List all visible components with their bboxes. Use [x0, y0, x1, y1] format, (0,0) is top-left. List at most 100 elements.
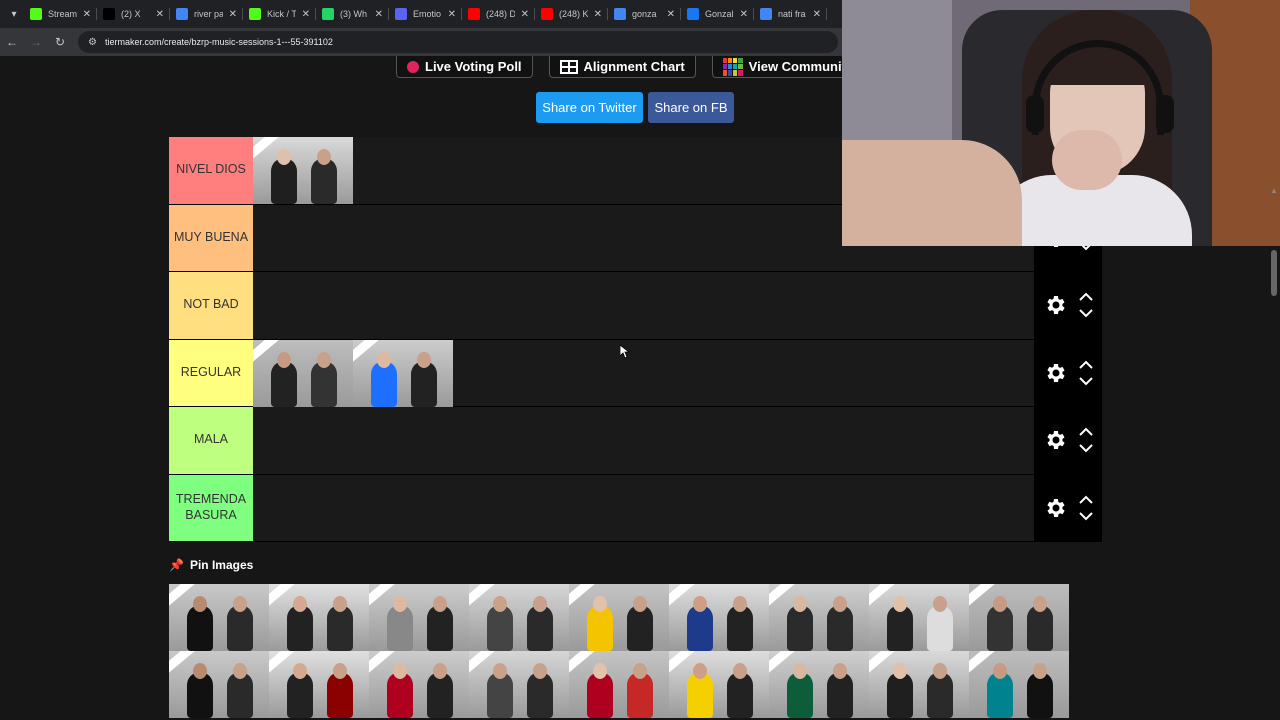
tab-title: Stream [48, 9, 77, 19]
tier-move-arrows [1079, 427, 1093, 453]
pool-image[interactable] [569, 584, 669, 651]
pool-image[interactable] [369, 651, 469, 718]
tab-favicon-icon [30, 8, 42, 20]
share-twitter-button[interactable]: Share on Twitter [536, 92, 643, 123]
pool-image[interactable] [469, 584, 569, 651]
pool-image[interactable] [769, 651, 869, 718]
tab-close-icon[interactable]: ✕ [375, 9, 383, 20]
community-mosaic-icon [722, 57, 743, 76]
chevron-down-icon[interactable] [1079, 376, 1093, 386]
site-info-icon[interactable]: ⚙ [88, 37, 97, 48]
pool-image[interactable] [169, 584, 269, 651]
share-fb-button[interactable]: Share on FB [648, 92, 734, 123]
reload-icon[interactable]: ↻ [48, 30, 72, 54]
alignment-chart-button[interactable]: Alignment Chart [548, 56, 696, 78]
pool-image[interactable] [469, 651, 569, 718]
tier-label[interactable]: MUY BUENA [169, 204, 253, 271]
live-voting-poll-button[interactable]: Live Voting Poll [396, 56, 533, 78]
page-scrollbar[interactable]: ▲ [1268, 186, 1280, 720]
chevron-up-icon[interactable] [1079, 292, 1093, 302]
tab-close-icon[interactable]: ✕ [594, 9, 602, 20]
webcam-hand [1052, 130, 1122, 190]
pin-icon[interactable]: 📌 [169, 558, 184, 572]
tab-close-icon[interactable]: ✕ [521, 9, 529, 20]
pool-image[interactable] [969, 584, 1069, 651]
tab-favicon-icon [614, 8, 626, 20]
tab-close-icon[interactable]: ✕ [156, 9, 164, 20]
scroll-thumb[interactable] [1271, 250, 1277, 296]
tab-close-icon[interactable]: ✕ [83, 9, 91, 20]
tab-favicon-icon [103, 8, 115, 20]
tier-row: MALA [169, 407, 1102, 475]
scroll-up-icon[interactable]: ▲ [1270, 186, 1278, 195]
pool-image[interactable] [669, 584, 769, 651]
tier-label[interactable]: NOT BAD [169, 272, 253, 339]
tier-item-image[interactable] [253, 339, 353, 407]
browser-tab[interactable]: Gonzal ✕ [681, 0, 754, 28]
tab-title: (3) Wh [340, 9, 367, 19]
browser-tab[interactable]: (2) X ✕ [97, 0, 170, 28]
tab-favicon-icon [687, 8, 699, 20]
chevron-down-icon[interactable] [1079, 443, 1093, 453]
tab-close-icon[interactable]: ✕ [302, 9, 310, 20]
chevron-up-icon[interactable] [1079, 495, 1093, 505]
chevron-up-icon[interactable] [1079, 427, 1093, 437]
browser-tab[interactable]: river pa ✕ [170, 0, 243, 28]
chevron-down-icon[interactable] [1079, 308, 1093, 318]
tier-item-image[interactable] [253, 137, 353, 204]
browser-tab[interactable]: Stream ✕ [24, 0, 97, 28]
tier-label[interactable]: NIVEL DIOS [169, 137, 253, 204]
browser-tab[interactable]: gonza ✕ [608, 0, 681, 28]
tier-item-image[interactable] [353, 339, 453, 407]
pool-image[interactable] [369, 584, 469, 651]
gear-icon[interactable] [1043, 496, 1067, 520]
tier-dropzone[interactable] [253, 339, 1034, 407]
pool-image[interactable] [969, 651, 1069, 718]
url-text: tiermaker.com/create/bzrp-music-sessions… [104, 37, 333, 47]
pool-image[interactable] [169, 651, 269, 718]
browser-tab[interactable]: nati fra ✕ [754, 0, 827, 28]
tab-title: (248) K [559, 9, 588, 19]
tab-search-icon[interactable]: ▾ [4, 4, 24, 24]
tier-label[interactable]: TREMENDA BASURA [169, 474, 253, 541]
chevron-down-icon[interactable] [1079, 511, 1093, 521]
pool-image[interactable] [269, 584, 369, 651]
tab-close-icon[interactable]: ✕ [229, 9, 237, 20]
browser-tab[interactable]: (248) K ✕ [535, 0, 608, 28]
back-icon[interactable]: ← [0, 30, 24, 54]
gear-icon[interactable] [1043, 293, 1067, 317]
pool-image[interactable] [869, 584, 969, 651]
pool-image[interactable] [869, 651, 969, 718]
tier-dropzone[interactable] [253, 474, 1034, 541]
tab-title: nati fra [778, 9, 806, 19]
image-pool [169, 584, 1069, 718]
gear-icon[interactable] [1043, 428, 1067, 452]
tab-close-icon[interactable]: ✕ [740, 9, 748, 20]
tier-dropzone[interactable] [253, 407, 1034, 474]
tier-move-arrows [1079, 292, 1093, 318]
tab-title: (2) X [121, 9, 141, 19]
pool-image[interactable] [669, 651, 769, 718]
gear-icon[interactable] [1043, 361, 1067, 385]
tab-title: Kick / T [267, 9, 296, 19]
tab-title: river pa [194, 9, 223, 19]
tier-label[interactable]: MALA [169, 407, 253, 474]
browser-tab[interactable]: (248) D ✕ [462, 0, 535, 28]
tab-title: (248) D [486, 9, 515, 19]
browser-tab[interactable]: (3) Wh ✕ [316, 0, 389, 28]
tab-close-icon[interactable]: ✕ [813, 9, 821, 20]
pool-image[interactable] [769, 584, 869, 651]
tab-close-icon[interactable]: ✕ [448, 9, 456, 20]
chevron-up-icon[interactable] [1079, 360, 1093, 370]
tier-row: NOT BAD [169, 272, 1102, 340]
pool-image[interactable] [569, 651, 669, 718]
forward-icon[interactable]: → [24, 30, 48, 54]
browser-tab[interactable]: Kick / T ✕ [243, 0, 316, 28]
tier-label[interactable]: REGULAR [169, 339, 253, 406]
tier-dropzone[interactable] [253, 272, 1034, 339]
url-field[interactable]: ⚙ tiermaker.com/create/bzrp-music-sessio… [78, 31, 838, 53]
pool-image[interactable] [269, 651, 369, 718]
tab-close-icon[interactable]: ✕ [667, 9, 675, 20]
browser-tab[interactable]: Emotio ✕ [389, 0, 462, 28]
tier-row: TREMENDA BASURA [169, 474, 1102, 542]
